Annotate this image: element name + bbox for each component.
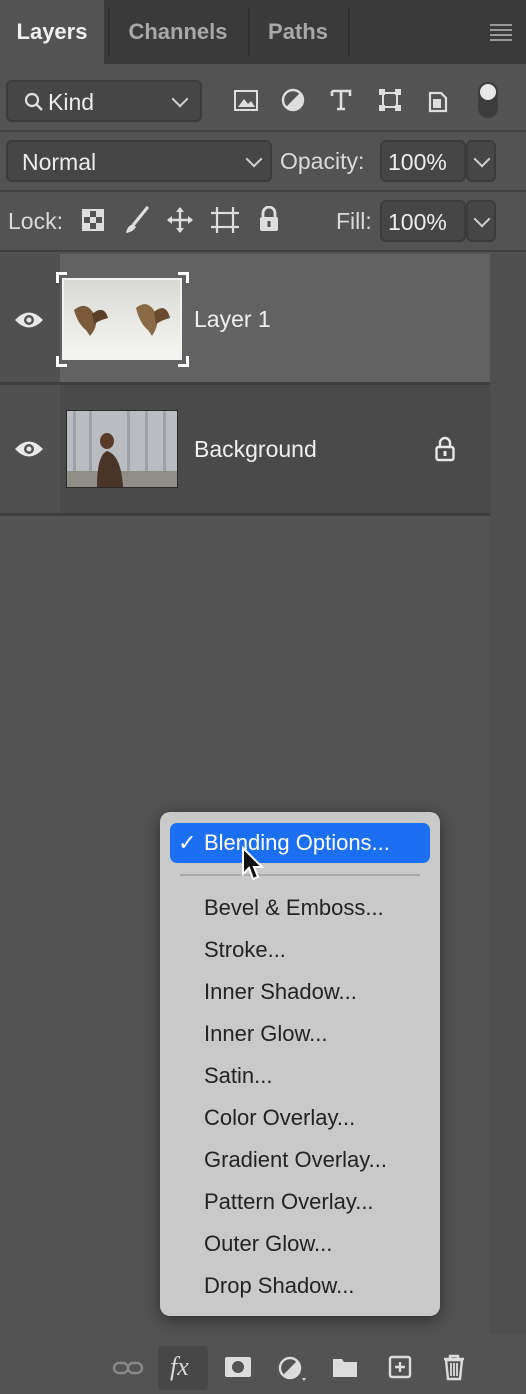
chevron-down-icon [473, 210, 491, 228]
menu-item-inner-glow[interactable]: Inner Glow... [204, 1014, 328, 1054]
new-group-icon[interactable] [332, 1356, 358, 1378]
menu-item-satin[interactable]: Satin... [204, 1056, 272, 1096]
mouse-cursor-icon [242, 846, 265, 881]
menu-item-gradient-overlay[interactable]: Gradient Overlay... [204, 1140, 387, 1180]
divider [0, 250, 526, 252]
fill-input[interactable]: 100% [380, 200, 466, 242]
menu-item-drop-shadow[interactable]: Drop Shadow... [204, 1266, 354, 1306]
add-mask-icon[interactable] [224, 1356, 252, 1378]
trash-icon[interactable] [442, 1353, 466, 1381]
search-icon [24, 92, 43, 111]
background-thumbnail-frame [66, 410, 178, 488]
layer-name[interactable]: Background [194, 436, 317, 463]
new-layer-icon[interactable] [388, 1355, 412, 1379]
eye-icon[interactable] [14, 309, 44, 331]
filter-toggle-icon[interactable] [478, 82, 498, 118]
layer-corner-marker [56, 356, 67, 367]
checkmark-icon: ✓ [178, 830, 197, 855]
chevron-down-icon [171, 90, 189, 108]
fx-button[interactable]: fx [158, 1346, 208, 1390]
fill-value: 100% [388, 209, 447, 235]
divider [0, 190, 526, 192]
link-layers-icon[interactable] [112, 1358, 144, 1378]
adjustment-layer-icon[interactable] [278, 1356, 308, 1382]
layer-locked-icon[interactable] [434, 436, 456, 462]
filter-kind-value: Kind [48, 89, 95, 115]
menu-item-outer-glow[interactable]: Outer Glow... [204, 1224, 332, 1264]
layer-corner-marker [56, 272, 67, 283]
fx-icon: fx [170, 1352, 189, 1381]
tab-channels[interactable]: Channels [110, 0, 246, 64]
image-filter-icon[interactable] [234, 90, 258, 112]
tab-divider [348, 8, 350, 56]
layer-corner-marker [178, 356, 189, 367]
lock-artboard-icon[interactable] [210, 206, 240, 234]
adjustment-filter-icon[interactable] [281, 88, 305, 112]
lock-all-icon[interactable] [258, 206, 280, 232]
divider [0, 130, 526, 132]
type-filter-icon[interactable] [330, 88, 352, 112]
panel-menu-icon[interactable] [490, 24, 512, 41]
chevron-down-icon [245, 150, 263, 168]
birds-thumbnail-image [64, 280, 180, 358]
layer-name[interactable]: Layer 1 [194, 306, 271, 333]
eye-icon[interactable] [14, 438, 44, 460]
opacity-dropdown-button[interactable] [466, 140, 496, 182]
tab-layers[interactable]: Layers [0, 0, 104, 64]
menu-item-bevel-emboss[interactable]: Bevel & Emboss... [204, 888, 384, 928]
shape-filter-icon[interactable] [378, 88, 402, 112]
smart-object-filter-icon[interactable] [426, 87, 450, 113]
menu-item-label[interactable]: Blending Options... [204, 830, 390, 856]
lock-label: Lock: [8, 208, 63, 234]
menu-item-color-overlay[interactable]: Color Overlay... [204, 1098, 355, 1138]
layer-corner-marker [178, 272, 189, 283]
tab-paths[interactable]: Paths [250, 0, 346, 64]
menu-item-stroke[interactable]: Stroke... [204, 930, 286, 970]
layer-row-divider [0, 513, 490, 516]
blend-mode-select[interactable]: Normal [6, 140, 272, 182]
menu-separator [180, 874, 420, 876]
menu-item-inner-shadow[interactable]: Inner Shadow... [204, 972, 357, 1012]
opacity-input[interactable]: 100% [380, 140, 466, 182]
fill-dropdown-button[interactable] [466, 200, 496, 242]
lock-transparent-pixels-icon[interactable] [82, 209, 104, 231]
layer-1-thumbnail-frame [62, 278, 182, 360]
lock-position-icon[interactable] [166, 206, 194, 234]
opacity-label: Opacity: [280, 148, 365, 174]
woman-thumbnail-image [67, 411, 177, 487]
filter-kind-select[interactable]: Kind [6, 80, 202, 122]
opacity-value: 100% [388, 149, 447, 175]
menu-item-pattern-overlay[interactable]: Pattern Overlay... [204, 1182, 374, 1222]
fill-label: Fill: [336, 208, 372, 234]
chevron-down-icon [473, 150, 491, 168]
blend-mode-value: Normal [22, 149, 97, 175]
layers-scrollbar-track[interactable] [490, 254, 526, 1334]
lock-image-pixels-icon[interactable] [124, 206, 150, 234]
